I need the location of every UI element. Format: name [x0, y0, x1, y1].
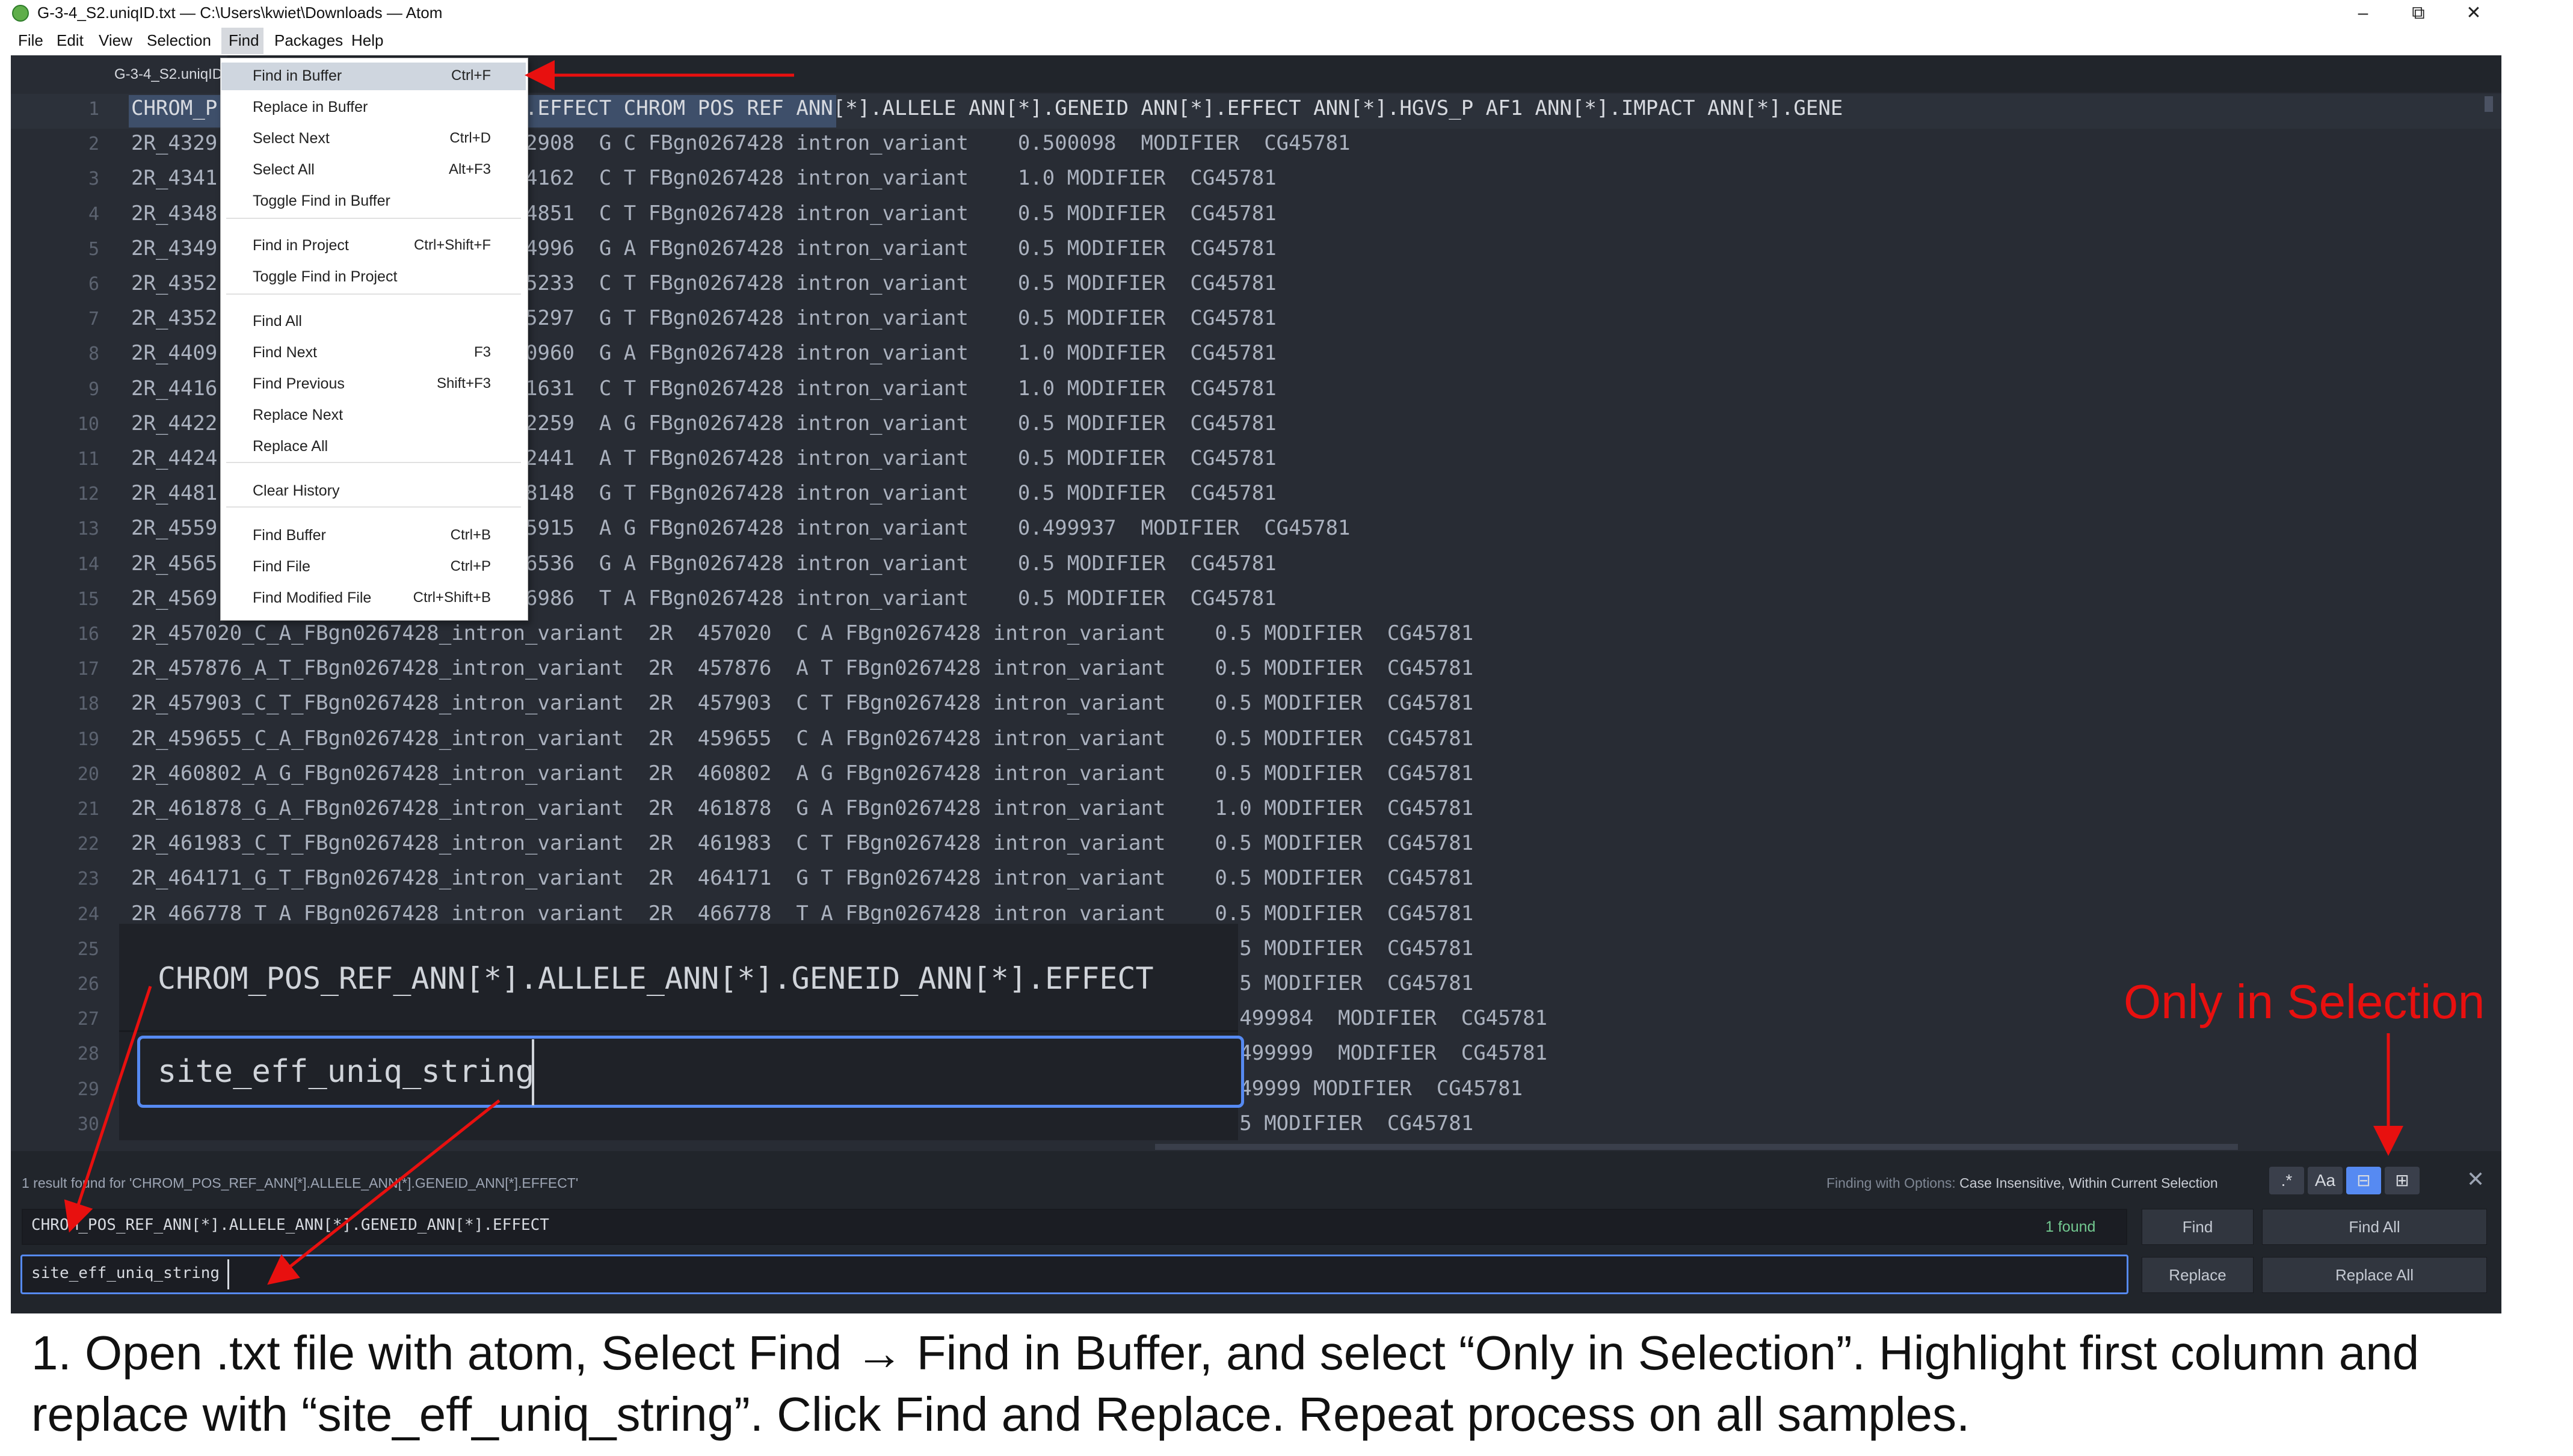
arrow-to-find-field [64, 986, 152, 1233]
arrow-to-replace-field [267, 1099, 501, 1285]
caption-line-1: 1. Open .txt file with atom, Select Find… [31, 1326, 2420, 1380]
annotation-arrows [64, 60, 2403, 1285]
caption-line-2: replace with “site_eff_uniq_string”. Cli… [31, 1387, 1970, 1441]
